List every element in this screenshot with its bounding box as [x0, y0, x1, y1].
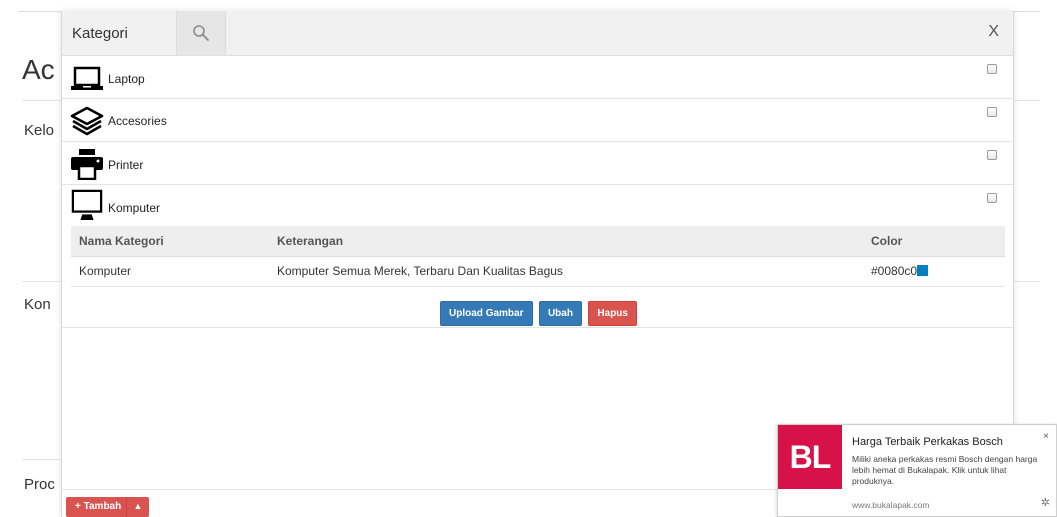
add-button[interactable]: + Tambah [66, 497, 131, 517]
category-name-cell: Komputer [71, 256, 269, 287]
category-label: Komputer [108, 201, 161, 215]
delete-button[interactable]: Hapus [588, 301, 637, 326]
section-label-kelompok: Kelo [24, 122, 55, 139]
category-checkbox[interactable] [987, 150, 997, 160]
page: Ac Kelo Kon Proc Kategori X Laptop Acces… [0, 0, 1057, 517]
category-description-cell: Komputer Semua Merek, Terbaru Dan Kualit… [269, 256, 863, 287]
modal-title: Kategori [72, 25, 128, 42]
category-detail: Nama Kategori Keterangan Color Komputer … [71, 226, 1005, 287]
category-row-printer[interactable]: Printer [62, 142, 1013, 185]
section-label-kondisi: Kon [24, 296, 51, 313]
color-swatch [917, 265, 929, 276]
edit-button[interactable]: Ubah [538, 301, 582, 326]
gear-icon[interactable]: ✲ [1041, 496, 1050, 509]
bukalapak-logo: BL [778, 425, 842, 489]
section-label-produk: Proc [24, 476, 55, 493]
panel-divider [62, 327, 1015, 328]
category-row-laptop[interactable]: Laptop [62, 56, 1013, 99]
category-label: Printer [108, 158, 144, 172]
table-row: Komputer Komputer Semua Merek, Terbaru D… [71, 256, 1005, 287]
printer-icon [71, 149, 103, 180]
upload-image-button[interactable]: Upload Gambar [440, 301, 533, 326]
color-hex-value: #0080c0 [871, 264, 918, 278]
notification-popup[interactable]: BL Harga Terbaik Perkakas Bosch Miliki a… [777, 424, 1057, 517]
category-row-komputer[interactable]: Komputer [62, 185, 1013, 228]
notification-url: www.bukalapak.com [852, 500, 930, 510]
laptop-icon [71, 66, 103, 90]
detail-table: Nama Kategori Keterangan Color Komputer … [71, 226, 1005, 287]
category-checkbox[interactable] [987, 193, 997, 203]
close-button[interactable]: X [988, 23, 999, 41]
modal-header: Kategori X [62, 11, 1013, 56]
category-label: Laptop [108, 72, 145, 86]
table-header-row: Nama Kategori Keterangan Color [71, 226, 1005, 257]
search-icon [193, 25, 209, 41]
layers-icon [70, 106, 104, 136]
action-buttons: Upload Gambar Ubah Hapus [62, 301, 1015, 326]
category-label: Accesories [108, 114, 167, 128]
close-icon[interactable]: × [1043, 431, 1049, 442]
column-header: Color [863, 226, 1005, 257]
category-checkbox[interactable] [987, 107, 997, 117]
chevron-up-icon[interactable]: ▲ [126, 497, 149, 517]
category-color-cell: #0080c0 [863, 256, 1005, 287]
notification-title: Harga Terbaik Perkakas Bosch [852, 436, 1003, 448]
column-header: Keterangan [269, 226, 863, 257]
column-header: Nama Kategori [71, 226, 269, 257]
notification-body: Miliki aneka perkakas resmi Bosch dengan… [852, 454, 1038, 486]
desktop-monitor-icon [71, 189, 103, 221]
category-row-accesories[interactable]: Accesories [62, 99, 1013, 142]
category-checkbox[interactable] [987, 64, 997, 74]
search-button[interactable] [176, 11, 226, 55]
page-title: Ac [22, 54, 55, 85]
